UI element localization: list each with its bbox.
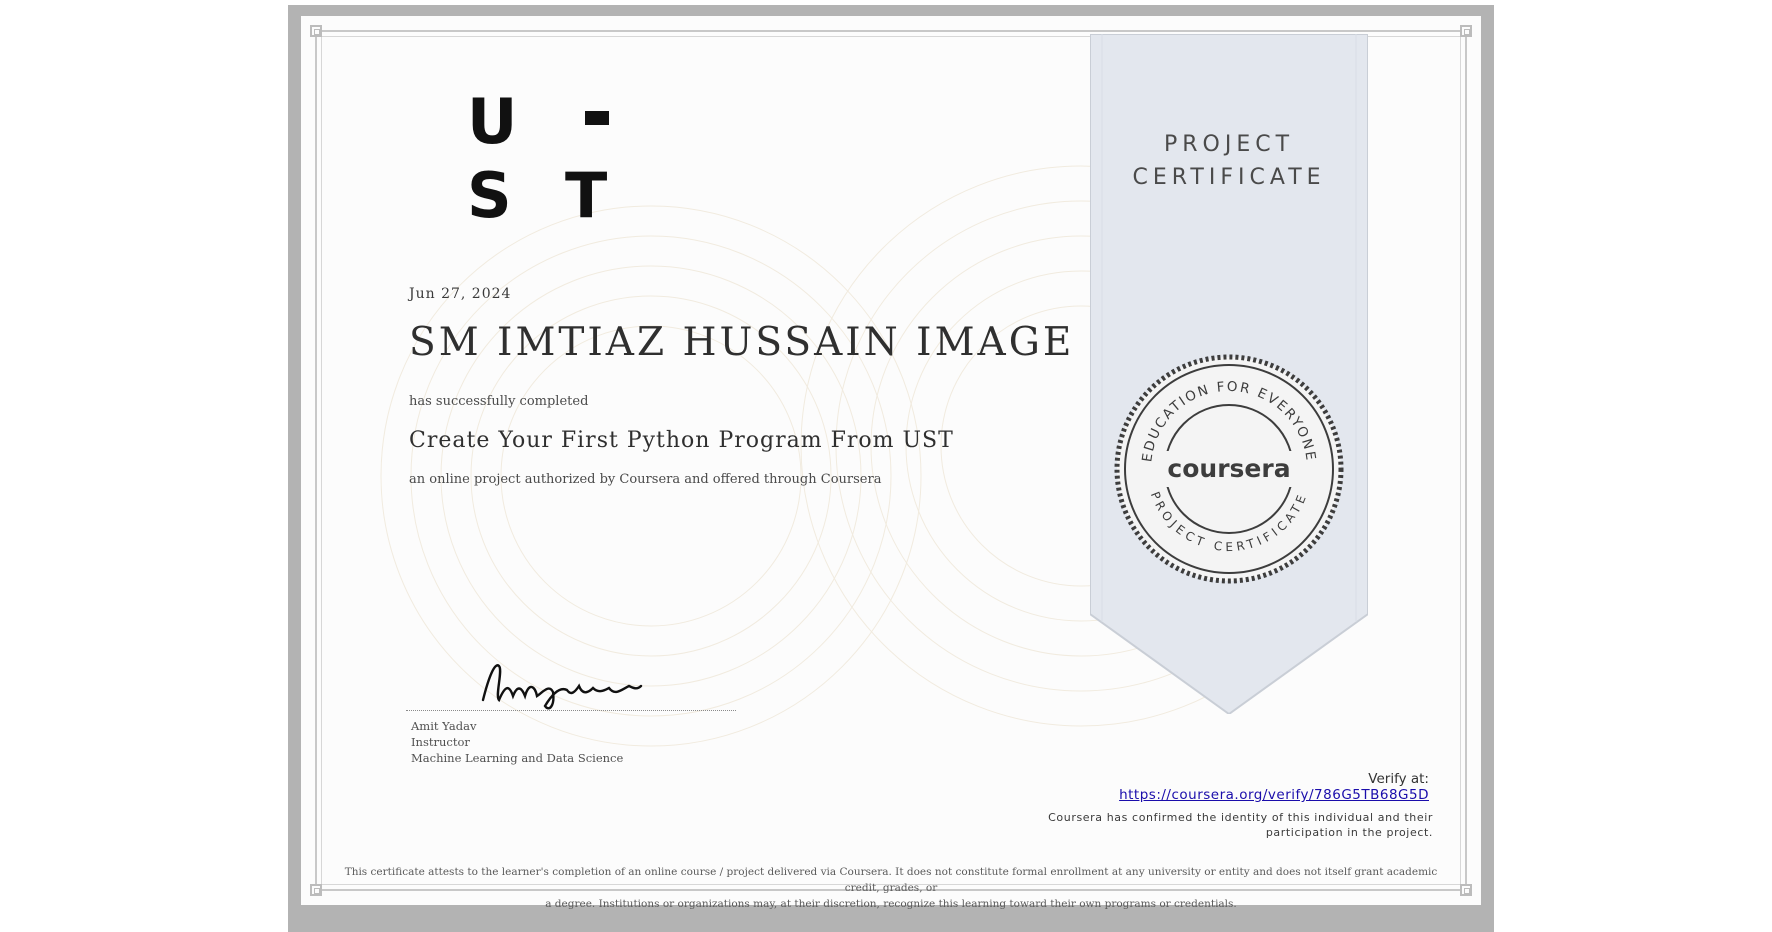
verify-label: Verify at: (1368, 771, 1429, 787)
certificate-frame: U S T Jun 27, 2024 SM IMTIAZ HUSSAIN IMA… (288, 5, 1494, 932)
ribbon-title: PROJECT CERTIFICATE (1090, 128, 1368, 194)
disclaimer-line2: a degree. Institutions or organizations … (545, 898, 1237, 910)
corner-ornament-top-right (1460, 25, 1472, 37)
identity-confirmation: Coursera has confirmed the identity of t… (1013, 810, 1433, 840)
certificate-disclaimer: This certificate attests to the learner'… (331, 864, 1451, 912)
svg-text:S: S (467, 159, 512, 222)
issue-date: Jun 27, 2024 (409, 286, 512, 302)
identity-confirmation-line1: Coursera has confirmed the identity of t… (1048, 811, 1433, 824)
svg-text:T: T (565, 159, 607, 222)
verify-link[interactable]: https://coursera.org/verify/786G5TB68G5D (1119, 787, 1429, 803)
svg-text:U: U (467, 97, 517, 158)
certificate-paper: U S T Jun 27, 2024 SM IMTIAZ HUSSAIN IMA… (301, 16, 1481, 910)
completion-statement: has successfully completed (409, 394, 589, 409)
corner-ornament-bottom-left (310, 884, 322, 896)
instructor-department: Machine Learning and Data Science (411, 751, 624, 765)
course-title: Create Your First Python Program From US… (409, 428, 954, 453)
ust-logo: U S T (467, 97, 609, 222)
corner-ornament-top-left (310, 25, 322, 37)
ribbon-title-line1: PROJECT (1163, 132, 1295, 157)
corner-ornament-bottom-right (1460, 884, 1472, 896)
instructor-block: Amit Yadav Instructor Machine Learning a… (411, 718, 623, 766)
seal-brand: coursera (1167, 454, 1290, 483)
signature-line (406, 710, 736, 711)
authorization-statement: an online project authorized by Coursera… (409, 472, 882, 487)
instructor-name: Amit Yadav (411, 719, 477, 733)
identity-confirmation-line2: participation in the project. (1265, 826, 1433, 839)
coursera-seal-icon: EDUCATION FOR EVERYONE PROJECT CERTIFICA… (1114, 354, 1344, 584)
signature-icon (481, 664, 643, 710)
instructor-role: Instructor (411, 735, 470, 749)
ribbon-title-line2: CERTIFICATE (1132, 165, 1326, 190)
recipient-name: SM IMTIAZ HUSSAIN IMAGE (409, 320, 1075, 365)
verify-block: Verify at: https://coursera.org/verify/7… (1119, 771, 1429, 803)
disclaimer-line1: This certificate attests to the learner'… (344, 866, 1438, 894)
